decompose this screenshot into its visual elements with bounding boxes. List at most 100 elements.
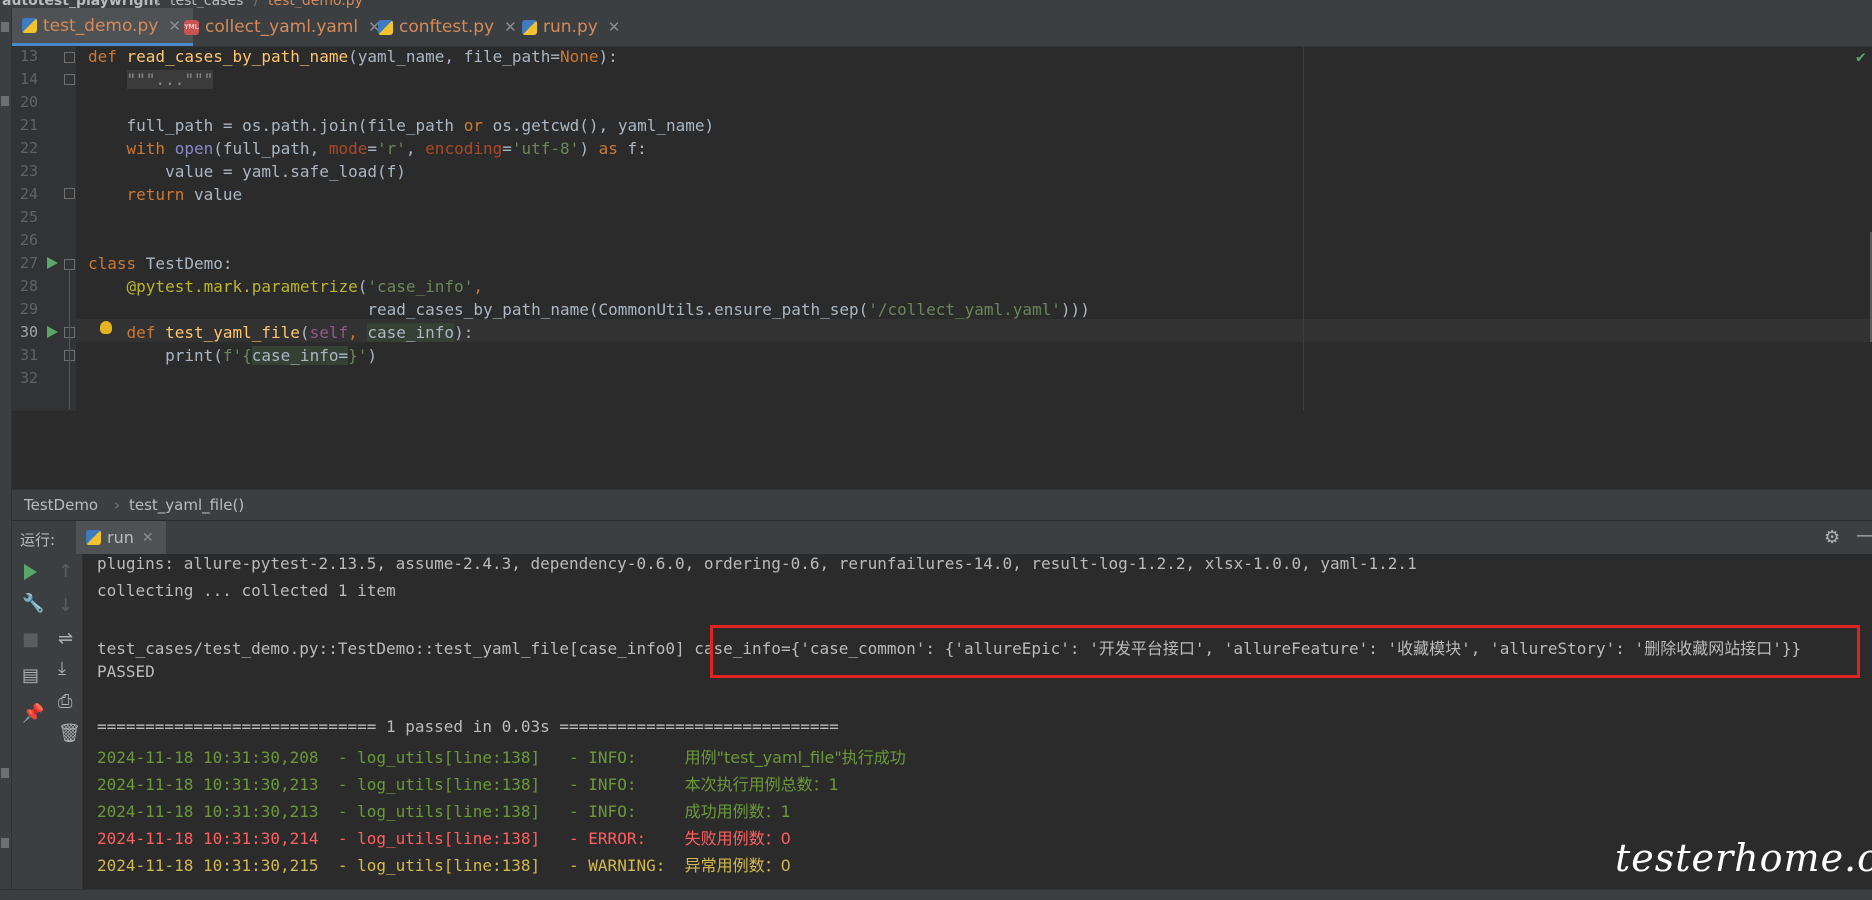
code-token: mode: [328, 139, 368, 158]
line-number: 25: [19, 208, 38, 226]
code-line-22: with open(full_path, mode='r', encoding=…: [88, 139, 647, 158]
fold-marker-icon[interactable]: [64, 52, 75, 63]
project-tool-button[interactable]: [1, 22, 9, 32]
fold-marker-icon[interactable]: [64, 74, 75, 85]
watermark: testerhome.com: [1615, 836, 1872, 880]
run-config-tab[interactable]: run ✕: [76, 521, 166, 554]
code-token: encoding: [425, 139, 503, 158]
code-line-31: print(f'{case_info=}'): [88, 346, 377, 365]
rerun-icon[interactable]: [24, 564, 37, 580]
tab-test-demo[interactable]: test_demo.py ✕: [12, 8, 193, 46]
tab-conftest[interactable]: conftest.py ✕: [378, 8, 517, 46]
code-token: full_path = os.path.join(file_path: [88, 116, 464, 135]
left-tool-stripe: [0, 8, 12, 899]
close-icon[interactable]: ✕: [168, 17, 181, 35]
stop-icon[interactable]: ■: [22, 630, 39, 650]
code-token: test_yaml_file: [165, 323, 300, 342]
code-token: print(: [88, 346, 223, 365]
code-token: case_info=: [251, 346, 349, 365]
code-token: @pytest.mark.parametrize: [88, 277, 358, 296]
breadcrumb-class[interactable]: TestDemo: [24, 496, 98, 514]
editor-tab-bar: test_demo.py ✕ YML collect_yaml.yaml ✕ c…: [12, 8, 1872, 47]
code-token: ): [579, 139, 599, 158]
close-icon[interactable]: ✕: [504, 18, 517, 36]
right-margin-guide: [1303, 47, 1304, 411]
inspection-ok-icon[interactable]: ✔: [1856, 47, 1866, 66]
line-number: 32: [19, 369, 38, 387]
tab-run[interactable]: run.py ✕: [522, 8, 620, 46]
console-output[interactable]: plugins: allure-pytest-2.13.5, assume-2.…: [83, 554, 1872, 889]
folded-docstring[interactable]: """...""": [126, 70, 214, 89]
code-line-27: class TestDemo:: [88, 254, 233, 273]
commit-tool-button[interactable]: [1, 96, 9, 106]
run-toolbar: ↑ 🔧 ↓ ⇌ ■ ⤓ ▤ ⎙ 📌 🗑: [12, 554, 83, 899]
line-number: 24: [19, 185, 38, 203]
tab-label: run.py: [543, 17, 598, 37]
fold-marker-icon[interactable]: [64, 188, 75, 199]
line-number: 30: [19, 323, 38, 341]
bookmarks-tool-button[interactable]: [1, 838, 9, 848]
close-icon[interactable]: ✕: [142, 530, 154, 546]
code-line-30: def test_yaml_file(self, case_info):: [88, 323, 473, 342]
code-line-21: full_path = os.path.join(file_path or os…: [88, 116, 715, 135]
line-number: 23: [19, 162, 38, 180]
run-test-icon[interactable]: [47, 326, 58, 338]
console-line: PASSED: [97, 662, 155, 681]
pin-icon[interactable]: 📌: [22, 704, 44, 724]
fold-guide: [69, 269, 70, 409]
python-file-icon: [22, 18, 37, 33]
line-number: 31: [19, 346, 38, 364]
code-token: ):: [598, 47, 618, 66]
code-line-29: read_cases_by_path_name(CommonUtils.ensu…: [88, 300, 1090, 319]
code-token: ))): [1060, 300, 1090, 319]
code-token: open: [174, 139, 214, 158]
code-token: 'case_info': [367, 277, 474, 296]
line-number: 14: [19, 70, 38, 88]
code-editor[interactable]: ✔ 13 14 20 21 22 23 24 25 26 27 28 29 30…: [12, 47, 1872, 411]
chevron-right-icon: ›: [114, 496, 120, 514]
line-number: 28: [19, 277, 38, 295]
structure-tool-button[interactable]: [1, 768, 9, 778]
code-token: value: [184, 185, 243, 204]
code-token: f:: [617, 139, 647, 158]
nav-project[interactable]: autotest_playwright: [2, 0, 160, 8]
arrow-up-icon[interactable]: ↑: [58, 562, 73, 582]
code-token: return: [88, 185, 185, 204]
highlight-annotation-box: [710, 625, 1860, 678]
console-line: collecting ... collected 1 item: [97, 581, 396, 600]
tab-collect-yaml[interactable]: YML collect_yaml.yaml ✕: [184, 8, 381, 46]
minimize-icon[interactable]: —: [1856, 525, 1872, 546]
arrow-down-icon[interactable]: ↓: [58, 596, 73, 616]
navigation-bar: autotest_playwright / test_cases / test_…: [0, 0, 1872, 8]
code-token: 'r': [377, 139, 406, 158]
wrench-icon[interactable]: 🔧: [22, 594, 44, 614]
line-number: 22: [19, 139, 38, 157]
python-file-icon: [378, 19, 393, 35]
console-line: ============================= 1 passed i…: [97, 717, 839, 736]
scroll-to-end-icon[interactable]: ⤓: [58, 659, 66, 679]
bottom-tool-bar: [0, 889, 1872, 900]
code-token: (yaml_name, file_path=: [348, 47, 561, 66]
breadcrumb-method[interactable]: test_yaml_file(): [129, 496, 244, 514]
code-token: os.getcwd(), yaml_name): [482, 116, 715, 135]
close-icon[interactable]: ✕: [608, 18, 621, 36]
log-line: 2024-11-18 10:31:30,214 - log_utils[line…: [97, 829, 791, 848]
test-id: test_cases/test_demo.py::TestDemo::test_…: [97, 639, 685, 658]
code-token: ): [367, 346, 377, 365]
code-token: case_info: [367, 323, 455, 342]
gear-icon[interactable]: ⚙: [1824, 527, 1840, 548]
code-token: read_cases_by_path_name: [126, 47, 349, 66]
soft-wrap-icon[interactable]: ⇌: [58, 629, 73, 649]
code-token: (full_path,: [213, 139, 329, 158]
layout-icon[interactable]: ▤: [22, 666, 39, 686]
nav-file[interactable]: test_demo.py: [268, 0, 363, 8]
code-token: ,: [473, 277, 483, 296]
nav-separator: /: [156, 0, 161, 8]
code-line-24: return value: [88, 185, 243, 204]
log-line: 2024-11-18 10:31:30,213 - log_utils[line…: [97, 802, 791, 821]
nav-folder[interactable]: test_cases: [170, 0, 243, 8]
line-number: 29: [19, 300, 38, 318]
run-class-icon[interactable]: [47, 257, 58, 269]
print-icon[interactable]: ⎙: [58, 692, 72, 712]
trash-icon[interactable]: 🗑: [58, 724, 81, 744]
